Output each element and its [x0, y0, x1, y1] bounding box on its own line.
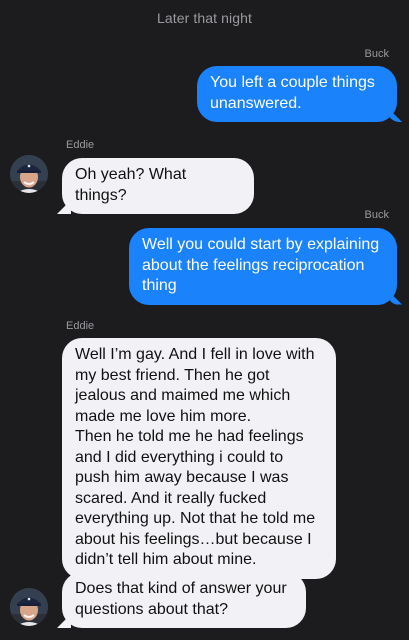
- sent-message-bubble[interactable]: Well you could start by explaining about…: [129, 228, 397, 305]
- contact-photo-icon: [10, 155, 48, 193]
- sender-name-eddie: Eddie: [66, 320, 95, 332]
- contact-avatar[interactable]: [10, 155, 48, 193]
- sender-name-buck: Buck: [364, 209, 389, 221]
- sender-name-buck: Buck: [364, 48, 389, 60]
- contact-avatar[interactable]: [10, 588, 48, 626]
- contact-photo-icon: [10, 588, 48, 626]
- received-message-bubble[interactable]: Well I’m gay. And I fell in love with my…: [62, 338, 336, 579]
- timestamp-header: Later that night: [157, 10, 252, 26]
- sent-message-bubble[interactable]: You left a couple things unanswered.: [197, 66, 397, 122]
- sender-name-eddie: Eddie: [66, 139, 95, 151]
- received-message-bubble[interactable]: Does that kind of answer your questions …: [62, 572, 306, 628]
- received-message-bubble[interactable]: Oh yeah? What things?: [62, 158, 254, 214]
- message-thread: Later that night Buck You left a couple …: [0, 0, 409, 640]
